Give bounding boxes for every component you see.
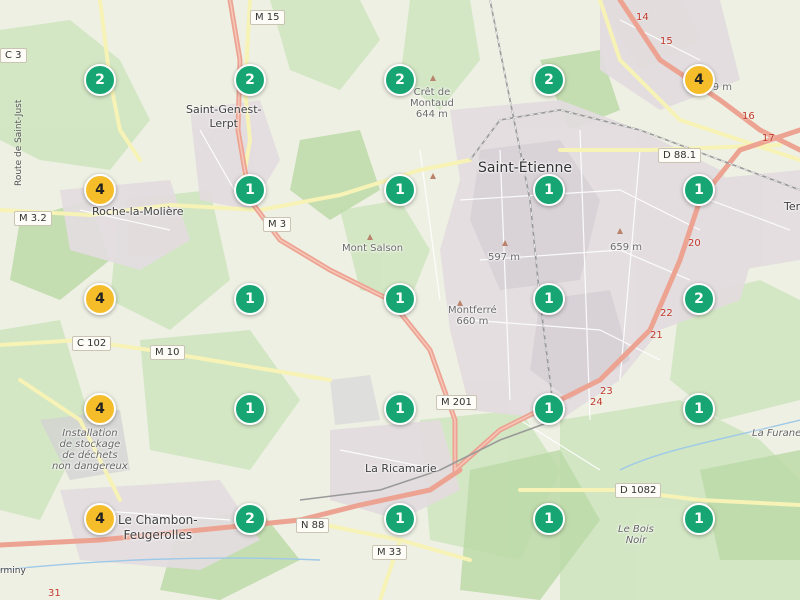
cluster-marker[interactable]: 2 xyxy=(533,64,565,96)
cluster-marker[interactable]: 4 xyxy=(84,174,116,206)
cluster-marker[interactable]: 2 xyxy=(234,503,266,535)
cluster-marker[interactable]: 1 xyxy=(384,174,416,206)
cluster-marker[interactable]: 1 xyxy=(234,174,266,206)
cluster-marker[interactable]: 1 xyxy=(683,503,715,535)
cluster-marker[interactable]: 1 xyxy=(533,283,565,315)
road-number: 21 xyxy=(650,330,663,341)
cluster-marker[interactable]: 1 xyxy=(683,174,715,206)
cluster-marker[interactable]: 1 xyxy=(533,503,565,535)
cluster-marker[interactable]: 2 xyxy=(234,64,266,96)
road-shield-m201: M 201 xyxy=(436,395,477,410)
cluster-marker[interactable]: 1 xyxy=(234,393,266,425)
road-shield-m3-2: M 3.2 xyxy=(14,211,52,226)
cluster-marker[interactable]: 1 xyxy=(384,393,416,425)
cluster-marker[interactable]: 4 xyxy=(84,393,116,425)
cluster-marker[interactable]: 4 xyxy=(84,503,116,535)
road-shield-m3: M 3 xyxy=(263,217,292,232)
cluster-marker[interactable]: 4 xyxy=(84,283,116,315)
road-number: 16 xyxy=(742,111,755,122)
cluster-marker[interactable]: 2 xyxy=(384,64,416,96)
road-number: 20 xyxy=(688,238,701,249)
road-number: 14 xyxy=(636,12,649,23)
road-number: 22 xyxy=(660,308,673,319)
cluster-marker[interactable]: 1 xyxy=(384,283,416,315)
road-number: 15 xyxy=(660,36,673,47)
map-view[interactable]: Saint-Étienne Saint-Genest- Lerpt Roche-… xyxy=(0,0,800,600)
road-shield-d88-1: D 88.1 xyxy=(658,148,702,163)
road-number: 17 xyxy=(762,133,775,144)
cluster-marker[interactable]: 1 xyxy=(384,503,416,535)
road-shield-n88: N 88 xyxy=(296,518,330,533)
road-shield-m15: M 15 xyxy=(250,10,285,25)
cluster-marker[interactable]: 1 xyxy=(234,283,266,315)
road-shield-c102: C 102 xyxy=(72,336,112,351)
road-number: 23 xyxy=(600,386,613,397)
road-shield-m10: M 10 xyxy=(150,345,185,360)
cluster-marker[interactable]: 1 xyxy=(533,174,565,206)
cluster-marker[interactable]: 1 xyxy=(683,393,715,425)
road-shield-c3: C 3 xyxy=(0,48,27,63)
cluster-marker[interactable]: 2 xyxy=(84,64,116,96)
road-shield-d1082: D 1082 xyxy=(615,483,662,498)
street-label-route-saint-just: Route de Saint-Just xyxy=(14,99,24,186)
road-number: 24 xyxy=(590,397,603,408)
road-number: 31 xyxy=(48,588,61,599)
cluster-marker[interactable]: 4 xyxy=(683,64,715,96)
cluster-marker[interactable]: 2 xyxy=(683,283,715,315)
cluster-marker[interactable]: 1 xyxy=(533,393,565,425)
road-shield-m33: M 33 xyxy=(372,545,407,560)
